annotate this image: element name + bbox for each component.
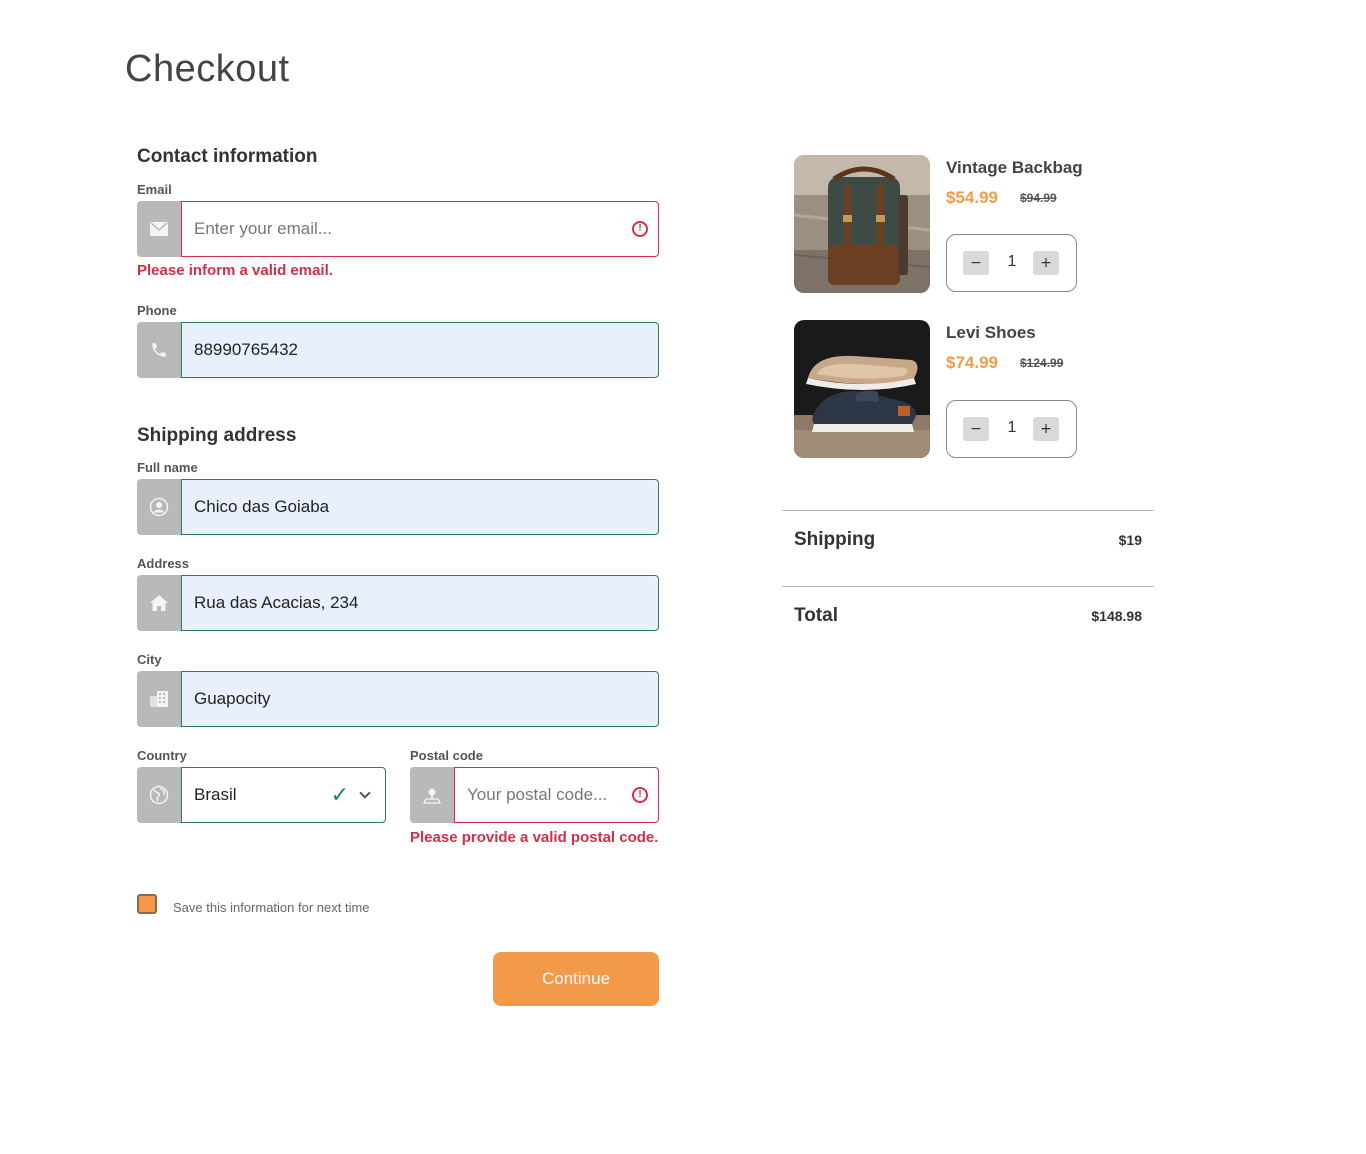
full-name-label: Full name (137, 460, 198, 475)
email-error-message: Please inform a valid email. (137, 262, 333, 279)
globe-icon (137, 767, 181, 823)
country-select[interactable]: Brasil ✓ (181, 767, 386, 823)
save-info-label: Save this information for next time (173, 900, 370, 915)
postal-code-label: Postal code (410, 748, 483, 763)
product-price: $74.99 (946, 353, 998, 372)
error-icon: ! (632, 221, 648, 237)
location-icon (410, 767, 454, 823)
address-input[interactable] (194, 593, 646, 613)
full-name-field-group (137, 479, 659, 535)
phone-label: Phone (137, 303, 177, 318)
address-input-wrapper (181, 575, 659, 631)
postal-code-input-wrapper: ! (454, 767, 659, 823)
quantity-value: 1 (1007, 419, 1017, 436)
decrease-quantity-button[interactable]: − (963, 417, 989, 441)
phone-icon (137, 322, 181, 378)
cart-item: Vintage Backbag $54.99 $94.99 − 1 + (794, 155, 1154, 295)
email-input-wrapper: ! (181, 201, 659, 257)
address-field-group (137, 575, 659, 631)
cart-item: Levi Shoes $74.99 $124.99 − 1 + (794, 320, 1154, 460)
quantity-stepper: − 1 + (946, 234, 1077, 292)
phone-input[interactable] (194, 340, 646, 360)
chevron-down-icon (359, 787, 371, 799)
continue-button[interactable]: Continue (493, 952, 659, 1006)
city-input[interactable] (194, 689, 646, 709)
email-input[interactable] (194, 219, 646, 239)
country-label: Country (137, 748, 187, 763)
backpack-image (794, 155, 930, 293)
product-name: Vintage Backbag (946, 158, 1083, 177)
error-icon: ! (632, 787, 648, 803)
postal-code-error-message: Please provide a valid postal code. (410, 829, 659, 846)
save-info-checkbox[interactable] (137, 894, 157, 914)
full-name-input-wrapper (181, 479, 659, 535)
home-icon (137, 575, 181, 631)
increase-quantity-button[interactable]: + (1033, 417, 1059, 441)
quantity-value: 1 (1007, 253, 1017, 270)
shipping-value: $19 (1118, 532, 1142, 548)
city-input-wrapper (181, 671, 659, 727)
shipping-section-title: Shipping address (137, 425, 297, 446)
postal-code-field-group: ! (410, 767, 659, 823)
country-selected-value: Brasil (194, 785, 237, 804)
phone-input-wrapper (181, 322, 659, 378)
product-price: $54.99 (946, 188, 998, 207)
user-icon (137, 479, 181, 535)
total-value: $148.98 (1091, 608, 1142, 624)
country-field-group: Brasil ✓ (137, 767, 386, 823)
total-label: Total (794, 605, 838, 626)
summary-divider (782, 510, 1154, 511)
quantity-stepper: − 1 + (946, 400, 1077, 458)
phone-field-group (137, 322, 659, 378)
shipping-label: Shipping (794, 529, 876, 550)
email-label: Email (137, 182, 172, 197)
postal-code-input[interactable] (467, 785, 646, 805)
check-icon: ✓ (330, 782, 349, 807)
decrease-quantity-button[interactable]: − (963, 251, 989, 275)
building-icon (137, 671, 181, 727)
increase-quantity-button[interactable]: + (1033, 251, 1059, 275)
city-label: City (137, 652, 162, 667)
product-name: Levi Shoes (946, 323, 1036, 342)
summary-divider (782, 586, 1154, 587)
full-name-input[interactable] (194, 497, 646, 517)
email-field-group: ! (137, 201, 659, 257)
envelope-icon (137, 201, 181, 257)
product-old-price: $94.99 (1020, 191, 1057, 205)
page-title: Checkout (125, 48, 290, 90)
address-label: Address (137, 556, 190, 571)
city-field-group (137, 671, 659, 727)
product-old-price: $124.99 (1020, 356, 1064, 370)
contact-section-title: Contact information (137, 146, 318, 167)
shoes-image (794, 320, 930, 458)
